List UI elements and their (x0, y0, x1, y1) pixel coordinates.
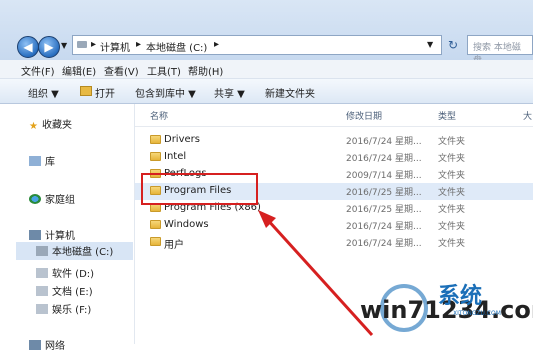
sidebar-item-favorites[interactable]: ★ 收藏夹 (29, 116, 72, 132)
chevron-right-icon[interactable]: ▸ (214, 39, 219, 50)
refresh-icon[interactable]: ↻ (448, 38, 458, 52)
star-icon: ★ (29, 121, 38, 132)
menu-edit[interactable]: 编辑(E) (62, 63, 96, 78)
open-button[interactable]: 打开 (95, 85, 115, 100)
open-icon (80, 86, 92, 96)
breadcrumb-drive[interactable]: 本地磁盘 (C:) (146, 39, 207, 54)
file-date: 2009/7/14 星期... (346, 171, 422, 181)
sidebar-item-drive-c[interactable]: 本地磁盘 (C:) (16, 242, 133, 260)
forward-button[interactable]: ▶ (38, 36, 60, 58)
sidebar-label: 库 (45, 157, 55, 168)
library-icon (29, 156, 41, 166)
drive-icon (36, 304, 48, 314)
file-name: 用户 (164, 240, 184, 251)
menu-tools[interactable]: 工具(T) (147, 63, 181, 78)
table-row[interactable]: Intel 2016/7/24 星期... 文件夹 (135, 149, 533, 166)
menu-file[interactable]: 文件(F) (21, 63, 55, 78)
sidebar-label: 本地磁盘 (C:) (52, 247, 114, 258)
table-row[interactable]: Windows 2016/7/24 星期... 文件夹 (135, 217, 533, 234)
share-button[interactable]: 共享 ▼ (214, 85, 245, 100)
column-date[interactable]: 修改日期 (346, 109, 382, 122)
folder-icon (150, 237, 161, 246)
file-name: Drivers (164, 134, 200, 145)
folder-icon (150, 135, 161, 144)
command-bar: 组织 ▼ 打开 包含到库中 ▼ 共享 ▼ 新建文件夹 (0, 79, 533, 104)
sidebar-item-homegroup[interactable]: 家庭组 (29, 191, 75, 206)
file-type: 文件夹 (438, 154, 466, 164)
table-row[interactable]: 用户 2016/7/24 星期... 文件夹 (135, 234, 533, 251)
sidebar-item-libraries[interactable]: 库 (29, 153, 55, 168)
sidebar-label: 软件 (D:) (52, 269, 95, 280)
file-type: 文件夹 (438, 205, 466, 215)
sidebar-label: 文档 (E:) (52, 287, 93, 298)
file-type: 文件夹 (438, 222, 466, 232)
column-name[interactable]: 名称 (150, 109, 168, 122)
file-date: 2016/7/25 星期... (346, 205, 422, 215)
drive-icon (77, 41, 87, 48)
search-input[interactable]: 搜索 本地磁盘... (467, 35, 533, 66)
network-icon (29, 340, 41, 350)
menu-help[interactable]: 帮助(H) (188, 63, 223, 78)
menu-view[interactable]: 查看(V) (104, 63, 139, 78)
column-headers: 名称 修改日期 类型 大 (135, 104, 533, 127)
recent-pages-icon[interactable]: ▼ (61, 41, 67, 50)
sidebar-label: 家庭组 (45, 195, 75, 206)
drive-icon (36, 268, 48, 278)
navigation-pane: ★ 收藏夹 库 家庭组 计算机 本地磁盘 (C:) 软件 (D:) 文档 (E:)… (0, 104, 135, 352)
file-type: 文件夹 (438, 188, 466, 198)
folder-icon (150, 152, 161, 161)
file-date: 2016/7/25 星期... (346, 188, 422, 198)
back-button[interactable]: ◀ (17, 36, 39, 58)
highlight-box (141, 173, 258, 205)
file-type: 文件夹 (438, 171, 466, 181)
new-folder-button[interactable]: 新建文件夹 (265, 85, 315, 100)
file-type: 文件夹 (438, 239, 466, 249)
menu-bar: 文件(F) 编辑(E) 查看(V) 工具(T) 帮助(H) (0, 60, 533, 79)
column-type[interactable]: 类型 (438, 109, 456, 122)
file-date: 2016/7/24 星期... (346, 154, 422, 164)
file-date: 2016/7/24 星期... (346, 239, 422, 249)
chevron-right-icon[interactable]: ▸ (91, 39, 96, 50)
column-size[interactable]: 大 (523, 109, 532, 122)
sidebar-item-drive-f[interactable]: 娱乐 (F:) (36, 301, 91, 316)
sidebar-label: 娱乐 (F:) (52, 305, 92, 316)
address-bar[interactable]: ▸ 计算机 ▸ 本地磁盘 (C:) ▸ ▼ (72, 35, 442, 55)
drive-icon (36, 246, 48, 256)
file-name: Windows (164, 219, 209, 230)
chevron-right-icon[interactable]: ▸ (136, 39, 141, 50)
sidebar-label: 计算机 (45, 231, 75, 242)
file-date: 2016/7/24 星期... (346, 222, 422, 232)
drive-icon (36, 286, 48, 296)
folder-icon (150, 220, 161, 229)
sidebar-item-network[interactable]: 网络 (29, 337, 65, 352)
watermark-sub: XITONGZU.COM (453, 310, 501, 317)
sidebar-item-drive-d[interactable]: 软件 (D:) (36, 265, 94, 280)
sidebar-label: 网络 (45, 341, 65, 352)
sidebar-item-drive-e[interactable]: 文档 (E:) (36, 283, 93, 298)
organize-button[interactable]: 组织 ▼ (28, 85, 59, 100)
include-in-library-button[interactable]: 包含到库中 ▼ (135, 85, 196, 100)
sidebar-item-computer[interactable]: 计算机 (29, 227, 75, 242)
file-date: 2016/7/24 星期... (346, 137, 422, 147)
file-type: 文件夹 (438, 137, 466, 147)
breadcrumb-computer[interactable]: 计算机 (100, 39, 130, 54)
watermark-cn: 系统 (438, 284, 483, 309)
homegroup-icon (29, 194, 41, 204)
window-header: ◀ ▶ ▼ ▸ 计算机 ▸ 本地磁盘 (C:) ▸ ▼ ↻ 搜索 本地磁盘... (0, 0, 533, 66)
computer-icon (29, 230, 41, 240)
table-row[interactable]: Drivers 2016/7/24 星期... 文件夹 (135, 132, 533, 149)
file-name: Intel (164, 151, 187, 162)
sidebar-label: 收藏夹 (41, 120, 72, 131)
address-dropdown-icon[interactable]: ▼ (427, 40, 433, 49)
